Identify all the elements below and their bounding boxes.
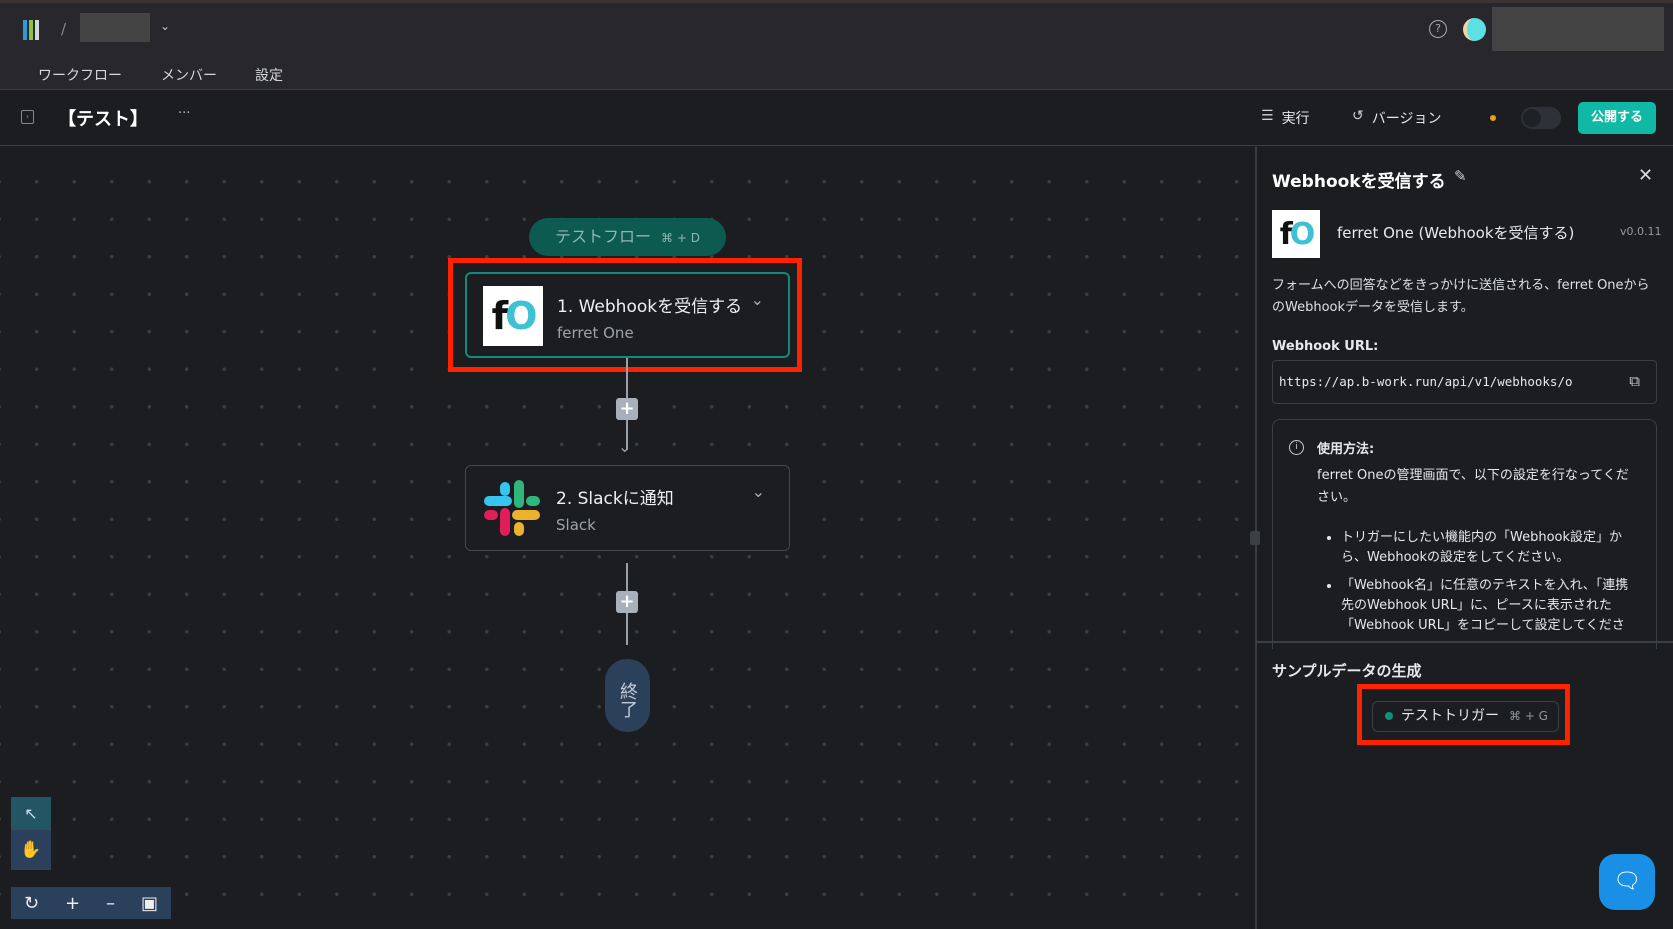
ferret-one-logo: fO bbox=[483, 286, 543, 346]
status-dot bbox=[1490, 115, 1496, 121]
chevron-down-icon[interactable]: ⌄ bbox=[751, 290, 764, 309]
history-icon: ↺ bbox=[1352, 108, 1364, 124]
select-tool-button[interactable]: ↖ bbox=[11, 797, 51, 830]
shortcut-hint: ⌘ + G bbox=[1509, 709, 1548, 723]
workflow-canvas[interactable]: テストフロー ⌘ + D fO 1. Webhookを受信する ferret On… bbox=[0, 147, 1255, 929]
section-divider[interactable] bbox=[1257, 641, 1673, 643]
test-flow-label: テストフロー bbox=[555, 227, 652, 246]
avatar[interactable] bbox=[1463, 18, 1486, 41]
ferret-one-logo: fO bbox=[1272, 210, 1320, 258]
step-settings-panel: Webhookを受信する ✎ ✕ fO ferret One (Webhookを… bbox=[1250, 147, 1673, 929]
workflow-toolbar: › 【テスト】 ··· ☰ 実行 ↺ バージョン 公開する bbox=[0, 90, 1673, 146]
version-label: バージョン bbox=[1371, 111, 1442, 127]
fit-view-icon[interactable]: ▣ bbox=[141, 893, 158, 914]
zoom-controls: ↻ + – ▣ bbox=[11, 887, 171, 919]
chevron-down-icon[interactable]: ⌄ bbox=[160, 19, 170, 33]
copy-icon[interactable]: ⧉ bbox=[1629, 372, 1640, 390]
account-menu[interactable] bbox=[1492, 7, 1664, 51]
webhook-url-value: https://ap.b-work.run/api/v1/webhooks/o bbox=[1279, 374, 1573, 389]
pan-tool-button[interactable]: ✋ bbox=[11, 830, 51, 870]
reset-icon[interactable]: ↻ bbox=[24, 893, 39, 914]
panel-title: Webhookを受信する bbox=[1272, 172, 1446, 192]
nav-workflow[interactable]: ワークフロー bbox=[38, 65, 122, 85]
help-icon[interactable]: ? bbox=[1429, 20, 1447, 38]
test-trigger-button[interactable]: テストトリガー ⌘ + G bbox=[1372, 701, 1559, 732]
panel-resize-handle[interactable] bbox=[1250, 531, 1260, 545]
shortcut-hint: ⌘ + D bbox=[661, 231, 700, 245]
node-title: 1. Webhookを受信する bbox=[557, 297, 743, 317]
sample-data-title: サンプルデータの生成 bbox=[1272, 662, 1422, 680]
test-flow-button[interactable]: テストフロー ⌘ + D bbox=[529, 218, 726, 256]
piece-version: v0.0.11 bbox=[1620, 225, 1662, 238]
add-step-button[interactable]: + bbox=[616, 591, 638, 613]
usage-intro: ferret Oneの管理画面で、以下の設定を行なってください。 bbox=[1317, 468, 1629, 505]
info-icon: i bbox=[1289, 440, 1304, 455]
webhook-url-field[interactable]: https://ap.b-work.run/api/v1/webhooks/o … bbox=[1272, 360, 1657, 404]
chevron-down-icon[interactable]: ⌄ bbox=[752, 482, 765, 501]
list-icon: ☰ bbox=[1261, 108, 1274, 124]
flow-node-webhook[interactable]: fO 1. Webhookを受信する ferret One ⌄ bbox=[465, 272, 790, 358]
project-selector[interactable] bbox=[80, 13, 150, 42]
workflow-title[interactable]: 【テスト】 bbox=[58, 105, 148, 131]
more-options-button[interactable]: ··· bbox=[178, 106, 190, 121]
slack-logo bbox=[482, 478, 542, 538]
nav-settings[interactable]: 設定 bbox=[255, 65, 283, 85]
run-label: 実行 bbox=[1281, 111, 1310, 127]
arrow-down-icon: ⌄ bbox=[618, 437, 632, 456]
edit-icon[interactable]: ✎ bbox=[1454, 167, 1467, 185]
end-node: 終了 bbox=[605, 659, 650, 732]
nav-members[interactable]: メンバー bbox=[161, 65, 217, 85]
app-logo[interactable] bbox=[23, 20, 43, 40]
webhook-url-label: Webhook URL: bbox=[1272, 339, 1379, 354]
flow-node-slack[interactable]: 2. Slackに通知 Slack ⌄ bbox=[465, 465, 790, 551]
sidebar-toggle-icon[interactable]: › bbox=[21, 110, 34, 124]
node-subtitle: Slack bbox=[556, 516, 596, 534]
version-button[interactable]: ↺ バージョン bbox=[1352, 108, 1441, 128]
usage-step: トリガーにしたい機能内の「Webhook設定」から、Webhookの設定をしてく… bbox=[1341, 528, 1641, 568]
add-step-button[interactable]: + bbox=[616, 398, 638, 420]
publish-button[interactable]: 公開する bbox=[1578, 102, 1656, 134]
test-trigger-label: テストトリガー bbox=[1401, 708, 1499, 724]
breadcrumb-separator: / bbox=[61, 20, 67, 38]
node-title: 2. Slackに通知 bbox=[556, 489, 674, 509]
run-history-button[interactable]: ☰ 実行 bbox=[1261, 108, 1310, 128]
zoom-out-icon[interactable]: – bbox=[106, 893, 115, 914]
enable-toggle[interactable] bbox=[1521, 107, 1561, 129]
usage-box: i 使用方法: ferret Oneの管理画面で、以下の設定を行なってください。… bbox=[1272, 419, 1657, 649]
top-bar: / ⌄ ? ワークフロー メンバー 設定 bbox=[0, 0, 1673, 90]
piece-description: フォームへの回答などをきっかけに送信される、ferret OneからのWebho… bbox=[1272, 278, 1650, 315]
status-dot bbox=[1385, 712, 1393, 720]
node-subtitle: ferret One bbox=[557, 324, 634, 342]
chat-support-button[interactable]: 🗨 bbox=[1599, 854, 1655, 910]
close-icon[interactable]: ✕ bbox=[1638, 165, 1653, 186]
zoom-in-icon[interactable]: + bbox=[65, 893, 80, 914]
piece-name: ferret One (Webhookを受信する) bbox=[1337, 224, 1575, 242]
usage-title: 使用方法: bbox=[1317, 442, 1375, 457]
usage-step: 「Webhook名」に任意のテキストを入れ、「連携先のWebhook URL」に… bbox=[1341, 576, 1641, 636]
